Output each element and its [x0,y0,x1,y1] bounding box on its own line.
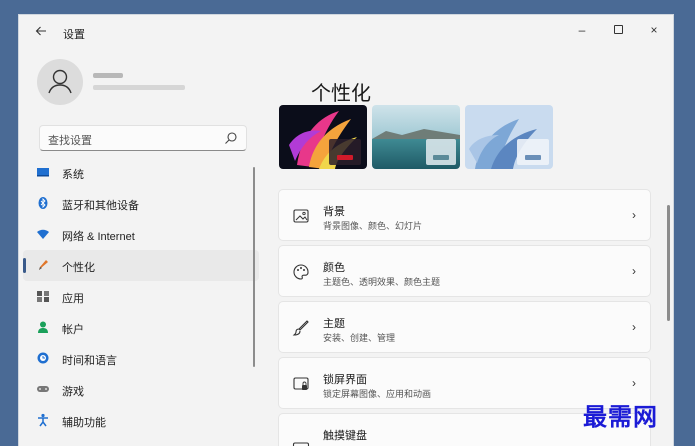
globe-clock-icon [37,352,49,364]
sidebar-item-label: 个性化 [62,262,95,274]
sidebar-item-label: 时间和语言 [62,355,117,367]
sidebar-item-bluetooth[interactable]: 蓝牙和其他设备 [23,188,259,219]
sidebar-item-apps[interactable]: 应用 [23,281,259,312]
card-title: 锁屏界面 [323,374,367,386]
card-subtitle: 背景图像、颜色、幻灯片 [323,221,423,231]
person-icon [48,69,72,94]
search-icon[interactable] [224,131,238,145]
sidebar-nav: 系统 蓝牙和其他设备 网络 & Internet 个性化 应用 帐户 时间和语言 [19,157,259,436]
chevron-right-icon: › [632,264,636,278]
minimize-button[interactable]: – [567,19,597,41]
watermark: 最需网 [583,402,658,431]
sidebar-item-accounts[interactable]: 帐户 [23,312,259,343]
pen-icon [39,260,48,270]
user-name-redacted [93,73,123,78]
gamepad-icon [37,386,49,392]
apps-icon [37,291,49,302]
title-bar: 设置 – × [19,15,673,49]
content-scrollbar[interactable] [667,205,670,321]
app-title: 设置 [63,29,85,41]
settings-card-themes[interactable]: 主题 安装、创建、管理 › [278,301,651,353]
theme-thumbnail-bloom-light[interactable] [465,105,553,169]
sidebar-item-label: 辅助功能 [62,417,106,429]
palette-icon [293,264,309,280]
image-icon [293,209,309,223]
settings-card-background[interactable]: 背景 背景图像、颜色、幻灯片 › [278,189,651,241]
maximize-button[interactable] [603,19,633,41]
chevron-right-icon: › [632,320,636,334]
sidebar-item-personalization[interactable]: 个性化 [23,250,259,281]
user-email-redacted [93,85,185,90]
card-title: 颜色 [323,262,345,274]
sidebar-item-time-language[interactable]: 时间和语言 [23,343,259,374]
sidebar-item-label: 蓝牙和其他设备 [62,200,139,212]
avatar[interactable] [37,59,83,105]
search-placeholder: 查找设置 [48,135,92,147]
brush-icon [292,320,309,336]
back-button[interactable] [33,25,49,41]
sidebar-item-label: 应用 [62,293,84,305]
chevron-right-icon: › [632,208,636,222]
monitor-icon [37,168,49,177]
search-input[interactable]: 查找设置 [39,125,247,151]
active-indicator [23,258,26,273]
sidebar-item-label: 系统 [62,169,84,181]
arrow-left-icon [35,26,46,36]
settings-card-colors[interactable]: 颜色 主题色、透明效果、颜色主题 › [278,245,651,297]
theme-thumbnail-lake[interactable] [372,105,460,169]
wifi-icon [37,229,49,239]
person-icon [38,321,48,333]
sidebar-item-network[interactable]: 网络 & Internet [23,219,259,250]
accessibility-icon [38,413,48,427]
card-title: 触摸键盘 [323,430,367,442]
sidebar-item-system[interactable]: 系统 [23,157,259,188]
bluetooth-icon [38,197,48,209]
sidebar-item-label: 网络 & Internet [62,231,135,243]
card-title: 背景 [323,206,345,218]
close-button[interactable]: × [639,19,669,41]
chevron-right-icon: › [632,376,636,390]
card-subtitle: 锁定屏幕图像、应用和动画 [323,389,432,399]
lock-screen-icon [293,377,309,390]
theme-thumbnail-bloom-dark[interactable] [279,105,367,169]
card-title: 主题 [323,318,345,330]
sidebar-item-gaming[interactable]: 游戏 [23,374,259,405]
page-title: 个性化 [311,83,371,105]
sidebar-item-label: 帐户 [62,324,84,336]
card-subtitle: 安装、创建、管理 [323,333,396,343]
sidebar-scrollbar[interactable] [253,167,255,367]
maximize-icon [613,25,623,35]
settings-window: 设置 – × 查找设置 系统 蓝牙和其他设备 网络 & Internet 个性化… [18,14,674,446]
sidebar-item-accessibility[interactable]: 辅助功能 [23,405,259,436]
card-subtitle: 主题色、透明效果、颜色主题 [323,277,441,287]
keyboard-icon [292,442,310,446]
sidebar-item-label: 游戏 [62,386,84,398]
